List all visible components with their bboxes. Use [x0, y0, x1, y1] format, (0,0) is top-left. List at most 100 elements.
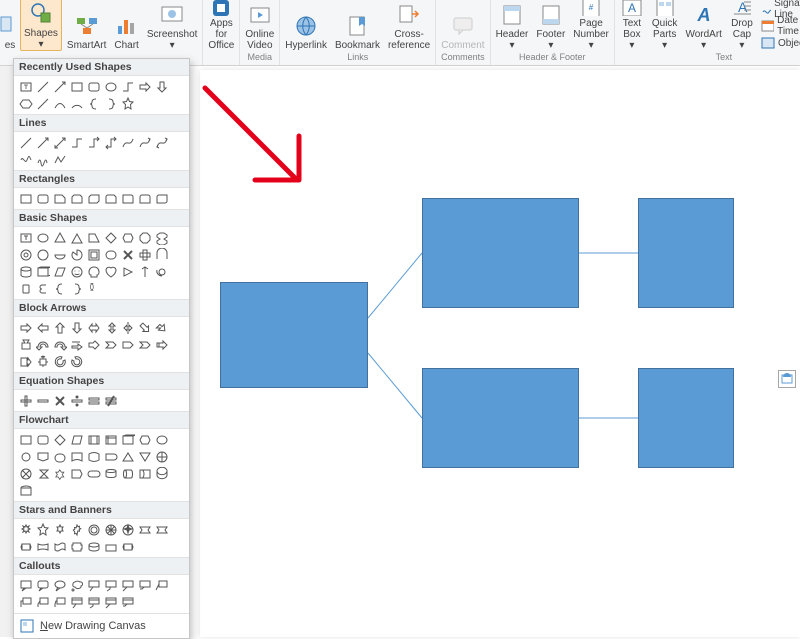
s[interactable]	[154, 449, 169, 464]
s[interactable]	[120, 539, 135, 554]
s[interactable]	[69, 432, 84, 447]
shape-brace-r[interactable]	[103, 96, 118, 111]
shape-hexagon[interactable]	[18, 96, 33, 111]
s[interactable]	[35, 281, 50, 296]
s[interactable]	[52, 354, 67, 369]
s[interactable]	[35, 354, 50, 369]
s[interactable]	[18, 595, 33, 610]
shape-brace-l[interactable]	[86, 96, 101, 111]
s[interactable]	[137, 432, 152, 447]
s[interactable]	[103, 522, 118, 537]
s[interactable]	[35, 247, 50, 262]
s[interactable]	[154, 264, 169, 279]
s[interactable]	[120, 230, 135, 245]
unknown-left-button[interactable]: es	[2, 0, 18, 51]
shape-round2same[interactable]	[137, 191, 152, 206]
s[interactable]	[69, 247, 84, 262]
s[interactable]	[18, 466, 33, 481]
s[interactable]	[137, 522, 152, 537]
hyperlink-button[interactable]: Hyperlink	[282, 0, 330, 51]
s[interactable]	[86, 595, 101, 610]
shape-line-arrow[interactable]	[35, 135, 50, 150]
s[interactable]	[69, 466, 84, 481]
shape-round2diag[interactable]	[154, 191, 169, 206]
shape-polyline[interactable]	[52, 152, 67, 167]
s[interactable]	[103, 466, 118, 481]
s[interactable]	[52, 522, 67, 537]
s[interactable]	[18, 264, 33, 279]
s[interactable]	[86, 578, 101, 593]
s[interactable]	[18, 449, 33, 464]
s[interactable]	[52, 449, 67, 464]
textbox-button[interactable]: A Text Box ▾	[617, 0, 647, 51]
online-video-button[interactable]: Online Video	[242, 0, 277, 51]
s[interactable]	[137, 578, 152, 593]
s[interactable]	[86, 522, 101, 537]
shape-elbow[interactable]	[120, 79, 135, 94]
s[interactable]	[69, 281, 84, 296]
s[interactable]	[86, 539, 101, 554]
diagram-rect[interactable]	[638, 198, 734, 308]
s[interactable]	[137, 247, 152, 262]
s[interactable]	[154, 230, 169, 245]
shape-textbox[interactable]	[18, 79, 33, 94]
s[interactable]	[120, 449, 135, 464]
s[interactable]	[18, 320, 33, 335]
quickparts-button[interactable]: Quick Parts ▾	[649, 0, 681, 51]
s[interactable]	[69, 595, 84, 610]
s[interactable]	[86, 247, 101, 262]
s[interactable]	[154, 522, 169, 537]
s[interactable]	[103, 393, 118, 408]
header-button[interactable]: Header▾	[493, 0, 532, 51]
s[interactable]	[86, 393, 101, 408]
s[interactable]	[18, 393, 33, 408]
s[interactable]	[86, 320, 101, 335]
s[interactable]	[154, 247, 169, 262]
s[interactable]	[69, 264, 84, 279]
s[interactable]	[52, 393, 67, 408]
s[interactable]	[35, 230, 50, 245]
s[interactable]	[120, 595, 135, 610]
wordart-button[interactable]: A WordArt▾	[682, 0, 725, 51]
s[interactable]	[69, 230, 84, 245]
shape-snip2diag[interactable]	[86, 191, 101, 206]
shape-arrow-down[interactable]	[154, 79, 169, 94]
cross-reference-button[interactable]: Cross- reference	[385, 0, 433, 51]
s[interactable]	[120, 578, 135, 593]
s[interactable]	[86, 230, 101, 245]
shape-line[interactable]	[18, 135, 33, 150]
s[interactable]	[137, 449, 152, 464]
s[interactable]	[120, 466, 135, 481]
s[interactable]	[86, 281, 101, 296]
s[interactable]	[52, 320, 67, 335]
screenshot-button[interactable]: Screenshot▾	[144, 0, 201, 51]
s[interactable]	[103, 595, 118, 610]
footer-button[interactable]: Footer▾	[533, 0, 568, 51]
s[interactable]	[35, 264, 50, 279]
s[interactable]	[137, 337, 152, 352]
shape-snipround[interactable]	[103, 191, 118, 206]
s[interactable]	[35, 393, 50, 408]
shape-arc[interactable]	[69, 96, 84, 111]
s[interactable]	[103, 432, 118, 447]
s[interactable]	[35, 539, 50, 554]
s[interactable]	[137, 466, 152, 481]
s[interactable]	[120, 320, 135, 335]
s[interactable]	[69, 354, 84, 369]
s[interactable]	[154, 466, 169, 481]
s[interactable]	[120, 432, 135, 447]
s[interactable]	[86, 264, 101, 279]
s[interactable]	[120, 247, 135, 262]
shape-scribble[interactable]	[35, 152, 50, 167]
s[interactable]	[69, 578, 84, 593]
s[interactable]	[18, 230, 33, 245]
diagram-rect[interactable]	[422, 368, 579, 468]
s[interactable]	[103, 230, 118, 245]
s[interactable]	[18, 354, 33, 369]
chart-button[interactable]: Chart	[111, 0, 141, 51]
s[interactable]	[103, 539, 118, 554]
date-time-button[interactable]: Date & Time	[759, 18, 800, 34]
shape-round1[interactable]	[120, 191, 135, 206]
s[interactable]	[35, 578, 50, 593]
shape-freeform[interactable]	[18, 152, 33, 167]
